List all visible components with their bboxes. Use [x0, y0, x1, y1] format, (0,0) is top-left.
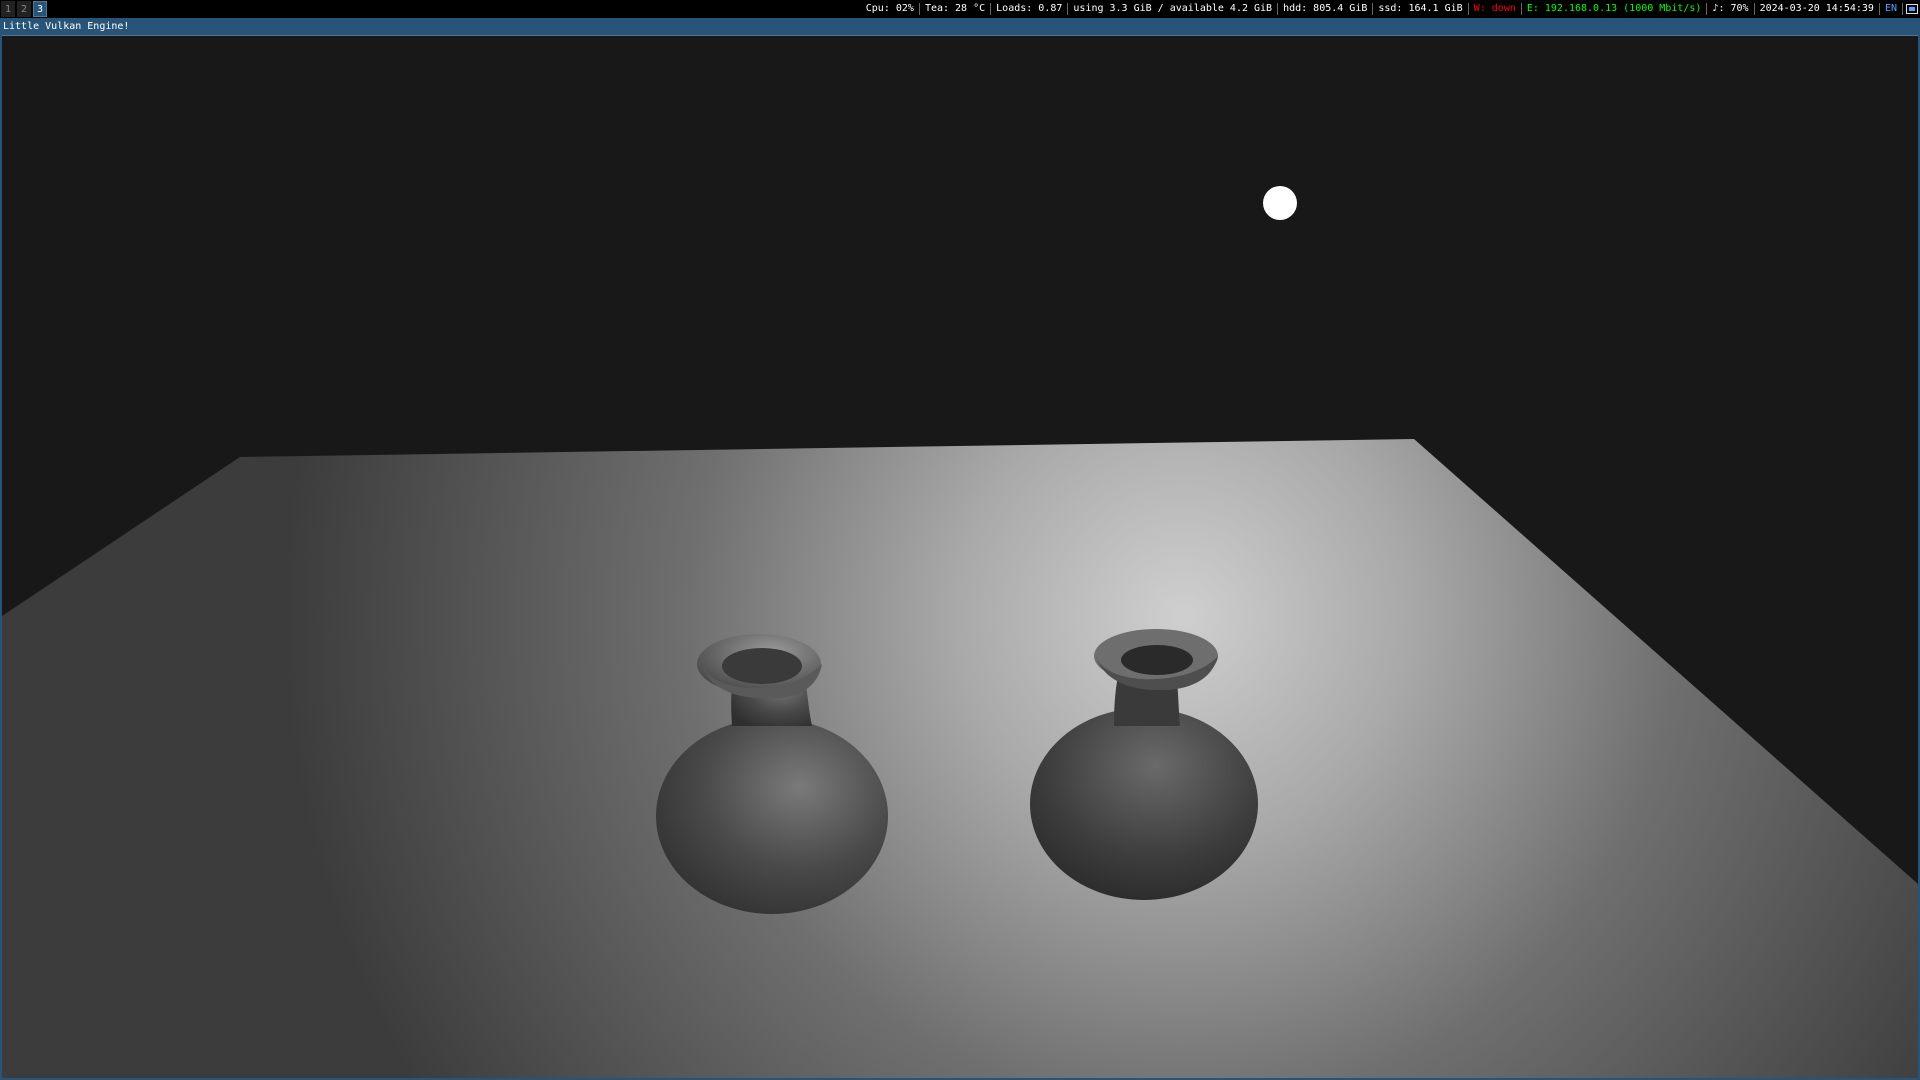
app-window: Little Vulkan Engine! [0, 18, 1920, 1080]
top-status-bar: 1 2 3 Cpu: 02% Tea: 28 °C Loads: 0.87 us… [0, 0, 1920, 18]
volume-status: ♪: 70% [1707, 3, 1755, 15]
ssd-status: ssd: 164.1 GiB [1373, 3, 1469, 15]
wifi-status: W: down [1469, 3, 1522, 15]
render-viewport[interactable] [2, 36, 1918, 1078]
workspace-2-button[interactable]: 2 [17, 1, 31, 17]
workspace-1-button[interactable]: 1 [1, 1, 15, 17]
scene-canvas [2, 36, 1918, 1078]
window-title[interactable]: Little Vulkan Engine! [2, 18, 1918, 36]
datetime-status: 2024-03-20 14:54:39 [1755, 3, 1880, 15]
status-line: Cpu: 02% Tea: 28 °C Loads: 0.87 using 3.… [861, 0, 1920, 18]
memory-status: using 3.3 GiB / available 4.2 GiB [1068, 3, 1279, 15]
workspace-switcher: 1 2 3 [0, 0, 48, 18]
network-tray-icon[interactable] [1906, 4, 1918, 14]
light-source [1263, 186, 1297, 220]
temperature-status: Tea: 28 °C [920, 3, 992, 15]
ethernet-status: E: 192.168.0.13 (1000 Mbit/s) [1522, 3, 1708, 15]
keyboard-layout-status[interactable]: EN [1880, 3, 1903, 15]
hdd-status: hdd: 805.4 GiB [1278, 3, 1374, 15]
workspace-3-button[interactable]: 3 [33, 1, 47, 17]
load-status: Loads: 0.87 [991, 3, 1069, 15]
cpu-status: Cpu: 02% [861, 3, 920, 15]
